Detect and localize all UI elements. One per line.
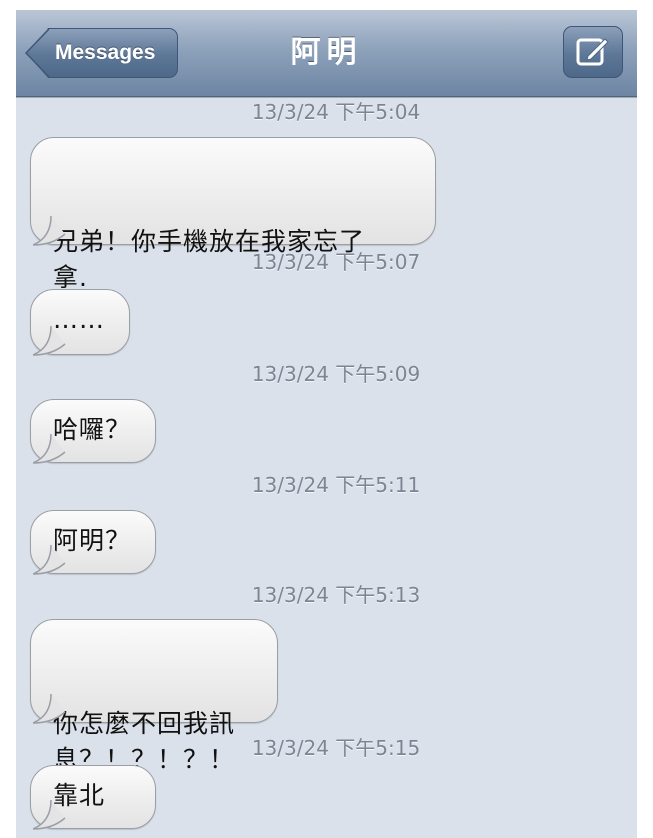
back-button[interactable]: Messages (26, 28, 178, 78)
message-text: …… (53, 305, 105, 334)
received-message-bubble[interactable]: 哈囉？ (30, 399, 156, 464)
message-timestamp: 13/3/24 下午5:04 (251, 100, 421, 124)
message-timestamp: 13/3/24 下午5:09 (251, 362, 421, 386)
received-message-bubble[interactable]: 靠北 (30, 765, 156, 830)
compose-button[interactable] (563, 26, 623, 78)
message-timestamp: 13/3/24 下午5:11 (251, 473, 421, 497)
message-text: 哈囉？ (53, 415, 132, 444)
message-timestamp: 13/3/24 下午5:07 (251, 250, 421, 274)
received-message-bubble[interactable]: 阿明？ (30, 510, 156, 575)
message-thread[interactable]: 13/3/24 下午5:04 兄弟！你手機放在我家忘了 拿. 13/3/24 下… (16, 97, 637, 838)
message-timestamp: 13/3/24 下午5:15 (251, 736, 421, 760)
compose-icon (576, 38, 609, 66)
phone-screen: Messages 阿明 13/3/24 下午5:04 兄弟！你手機放在我家忘了 … (16, 10, 637, 838)
conversation-title: 阿明 (290, 35, 363, 70)
message-text: 阿明？ (53, 526, 132, 555)
received-message-bubble[interactable]: …… (30, 289, 130, 356)
message-text: 靠北 (53, 781, 106, 810)
received-message-bubble[interactable]: 兄弟！你手機放在我家忘了 拿. (30, 137, 436, 292)
received-message-bubble[interactable]: 你怎麼不回我訊 息？！？！？！ (30, 619, 278, 774)
navigation-bar: Messages 阿明 (16, 10, 637, 97)
message-timestamp: 13/3/24 下午5:13 (251, 583, 421, 607)
